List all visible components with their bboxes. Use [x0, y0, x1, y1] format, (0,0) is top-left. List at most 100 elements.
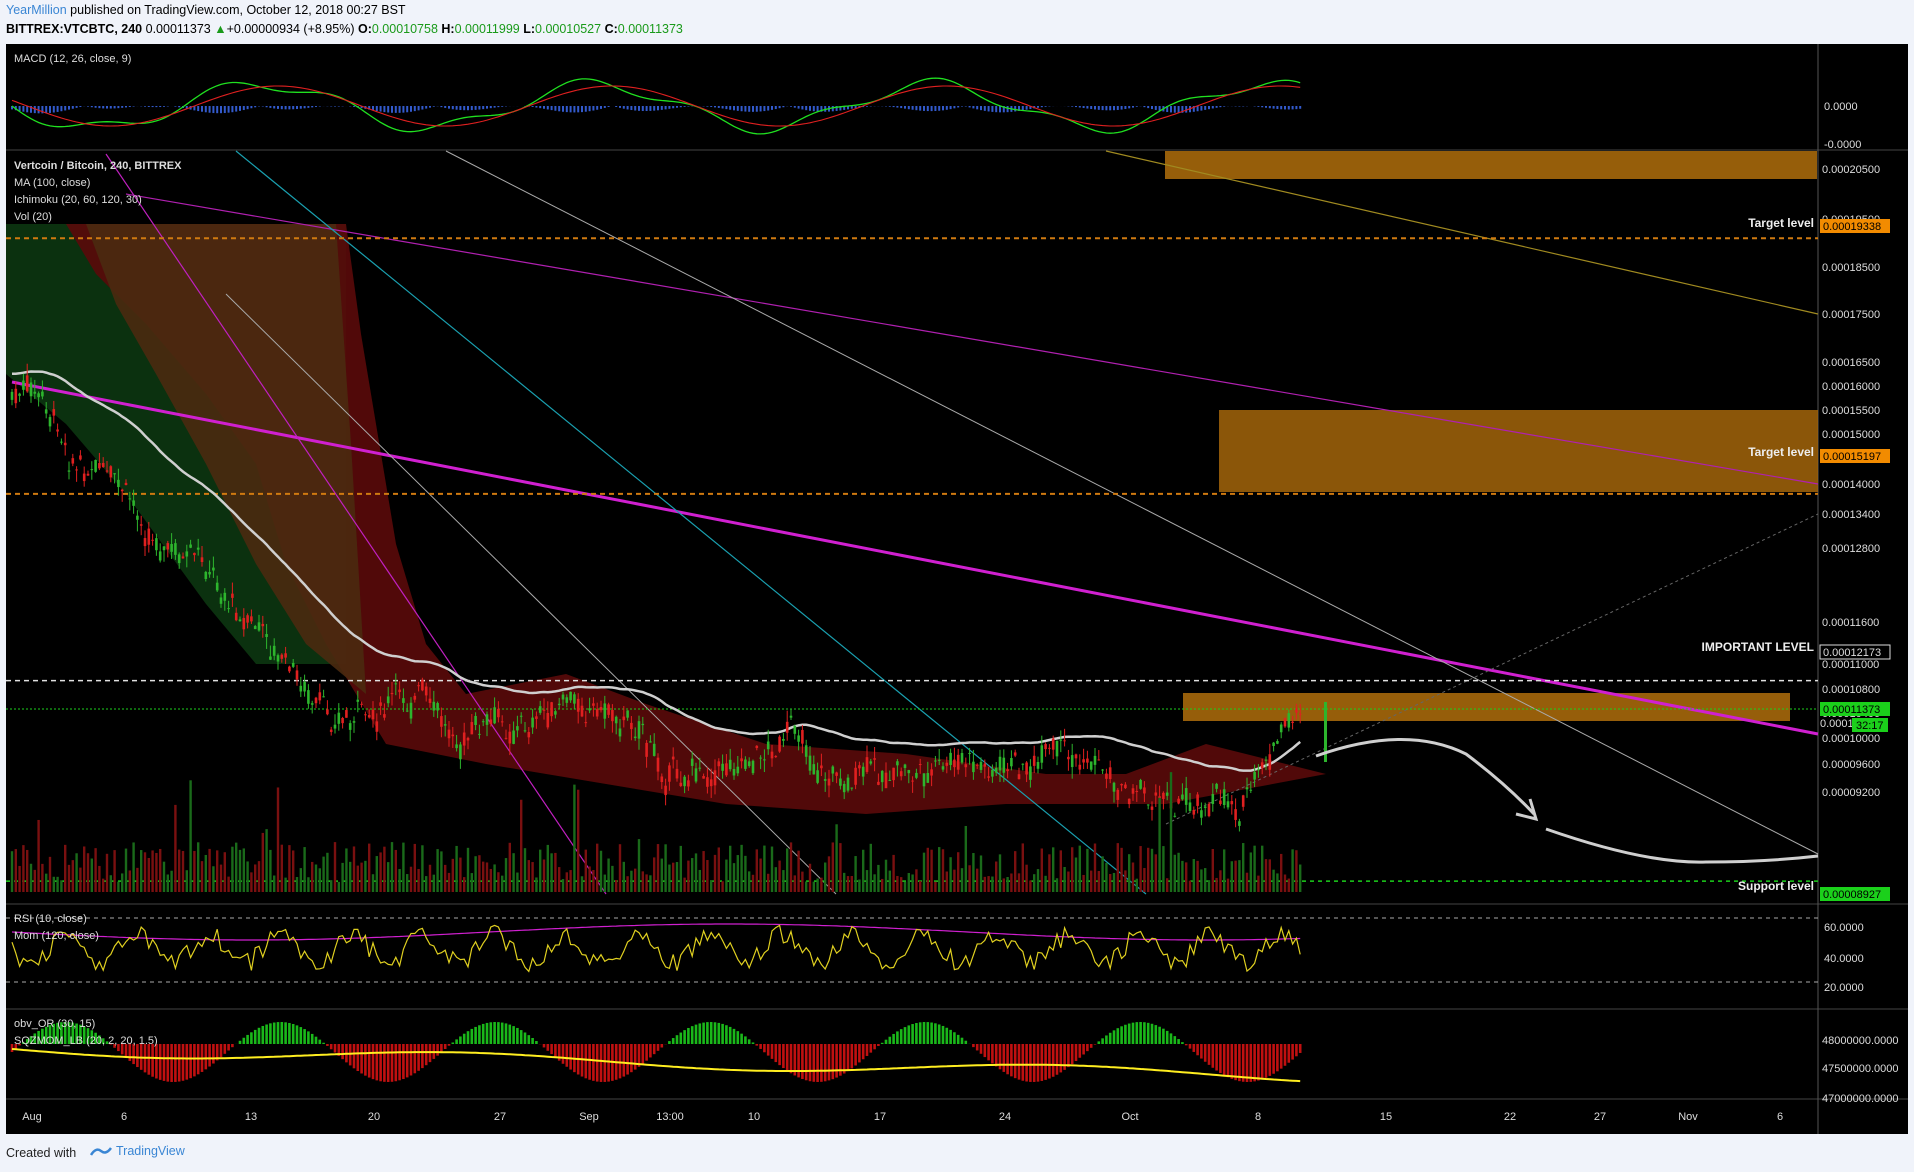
candle-body	[101, 462, 105, 468]
sqz-bar	[227, 1044, 230, 1051]
macd-histogram-bar	[740, 106, 743, 112]
macd-histogram-bar	[1154, 106, 1157, 110]
candle-body	[394, 683, 398, 685]
macd-histogram-bar	[1078, 106, 1081, 108]
candle-body	[269, 656, 272, 660]
volume-bar	[797, 850, 800, 892]
macd-histogram-bar	[94, 106, 97, 108]
candle-body	[671, 756, 675, 760]
volume-bar	[934, 881, 937, 892]
price-axis-tick: 0.00015000	[1822, 429, 1880, 441]
sqz-bar	[918, 1022, 922, 1044]
volume-bar	[178, 849, 181, 892]
annotation-support-level: Support level	[1738, 879, 1814, 893]
macd-histogram-bar	[398, 106, 401, 113]
macd-histogram-bar	[204, 106, 207, 113]
author-link[interactable]: YearMillion	[6, 3, 67, 17]
volume-bar	[432, 874, 435, 892]
candle-body	[181, 556, 185, 559]
candle-body	[1283, 718, 1287, 727]
macd-histogram-bar	[75, 106, 78, 108]
volume-bar	[527, 860, 530, 892]
macd-histogram-bar	[923, 106, 925, 111]
macd-histogram-bar	[497, 106, 500, 108]
volume-bar	[280, 844, 283, 892]
volume-bar	[1261, 845, 1264, 892]
volume-bar	[550, 853, 553, 892]
forecast-arc	[1315, 738, 1536, 816]
volume-bar	[599, 850, 603, 892]
sqz-bar	[1196, 1044, 1199, 1056]
footer: Created with TradingView	[0, 1134, 1914, 1172]
macd-histogram-bar	[1295, 106, 1298, 110]
macd-histogram-bar	[706, 106, 709, 107]
candle-body	[899, 771, 903, 777]
candle-body	[261, 623, 265, 627]
candle-body	[656, 757, 660, 772]
volume-bar	[580, 876, 584, 892]
sqz-bar	[280, 1022, 284, 1044]
chart-svg[interactable]: 0.000205000.000195000.000185000.00017500…	[6, 44, 1908, 1134]
candle-body	[1078, 764, 1082, 770]
candle-body	[413, 695, 417, 700]
sqz-bar	[246, 1034, 249, 1044]
macd-histogram-bar	[1025, 106, 1028, 110]
price-axis-tick: 0.00010000	[1822, 733, 1880, 745]
macd-histogram-bar	[725, 106, 728, 110]
macd-histogram-bar	[98, 106, 101, 109]
macd-histogram-bar	[455, 106, 458, 110]
volume-bar	[295, 877, 299, 892]
obv-label: obv_OR (30, 15)	[14, 1018, 96, 1030]
time-axis-tick: 8	[1255, 1111, 1261, 1123]
sqz-bar	[1154, 1025, 1158, 1044]
volume-bar	[926, 847, 929, 892]
candle-body	[770, 751, 774, 759]
candle-body	[580, 705, 584, 717]
macd-histogram-bar	[945, 106, 948, 110]
volume-bar	[987, 876, 990, 892]
publish-line: YearMillion published on TradingView.com…	[6, 3, 406, 17]
volume-bar	[200, 861, 204, 892]
volume-bar	[995, 861, 998, 892]
volume-bar	[26, 849, 29, 892]
chart-area[interactable]: 0.000205000.000195000.000185000.00017500…	[6, 44, 1908, 1134]
macd-histogram-bar	[1132, 106, 1134, 108]
macd-histogram-bar	[809, 106, 811, 111]
macd-histogram-bar	[588, 106, 591, 112]
macd-histogram-bar	[603, 106, 606, 108]
sqz-bar	[326, 1044, 329, 1046]
candle-body	[1291, 721, 1294, 724]
time-axis[interactable]: Aug 6 13 20 27 Sep 13:00 10 17 24 Oct 8 15 22 27 Nov 6	[22, 1111, 1783, 1123]
sqz-bar	[405, 1044, 409, 1078]
sqz-bar	[318, 1039, 322, 1044]
volume-bar	[124, 848, 128, 892]
volume-bar	[1230, 861, 1233, 892]
macd-histogram-bar	[938, 106, 941, 111]
candle-body	[884, 772, 888, 789]
sqz-bar	[687, 1027, 690, 1044]
volume-bar	[888, 870, 891, 892]
volume-bar	[1021, 843, 1024, 892]
volume-bar	[877, 864, 880, 892]
candle-body	[238, 619, 242, 622]
candle-body	[1002, 757, 1006, 773]
sqz-bar	[257, 1027, 261, 1044]
sqz-bar	[212, 1044, 215, 1064]
sqz-bar	[789, 1044, 793, 1074]
sqz-bar	[500, 1022, 504, 1044]
tradingview-link[interactable]: TradingView	[90, 1144, 185, 1158]
price-axis[interactable]: 0.000205000.000195000.000185000.00017500…	[1822, 101, 1898, 1105]
volume-bar	[1219, 870, 1222, 892]
vol-label: Vol (20)	[14, 211, 52, 223]
sqz-bar	[284, 1022, 287, 1044]
sqz-bar	[1124, 1024, 1127, 1044]
sqz-bar	[1238, 1044, 1241, 1082]
candle-body	[1097, 759, 1101, 761]
macd-histogram-bar	[854, 106, 857, 109]
tradingview-logo-icon	[90, 1147, 112, 1156]
candle-body	[979, 761, 983, 770]
sqz-bar	[937, 1024, 941, 1044]
sqz-bar	[1192, 1044, 1196, 1052]
volume-bar	[881, 878, 884, 892]
volume-bar	[960, 868, 964, 892]
